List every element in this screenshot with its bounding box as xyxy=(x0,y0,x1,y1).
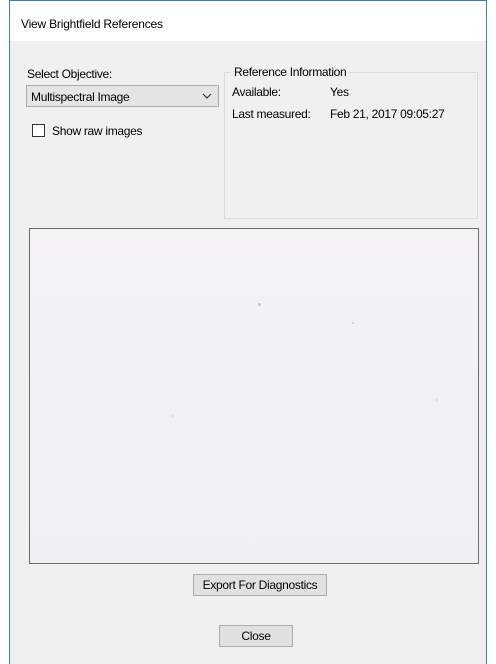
window-title: View Brightfield References xyxy=(21,17,163,31)
image-speck xyxy=(352,322,354,324)
show-raw-images-checkbox[interactable] xyxy=(32,124,45,137)
reference-information-legend: Reference Information xyxy=(231,65,350,79)
image-speck xyxy=(436,399,438,401)
title-bar[interactable]: View Brightfield References xyxy=(10,1,486,41)
image-speck xyxy=(258,303,261,306)
objective-dropdown-value: Multispectral Image xyxy=(31,90,130,104)
available-value: Yes xyxy=(330,85,349,99)
close-button[interactable]: Close xyxy=(219,625,293,647)
reference-image-preview xyxy=(29,228,479,564)
last-measured-label: Last measured: xyxy=(232,107,311,121)
image-speck xyxy=(172,415,174,417)
last-measured-value: Feb 21, 2017 09:05:27 xyxy=(330,107,445,121)
export-for-diagnostics-button[interactable]: Export For Diagnostics xyxy=(193,574,327,596)
select-objective-label: Select Objective: xyxy=(27,67,112,81)
dialog-window: View Brightfield References Select Objec… xyxy=(9,0,487,664)
objective-dropdown[interactable]: Multispectral Image xyxy=(26,85,219,107)
show-raw-images-label[interactable]: Show raw images xyxy=(52,124,143,138)
available-label: Available: xyxy=(232,85,281,99)
chevron-down-icon xyxy=(201,89,213,103)
